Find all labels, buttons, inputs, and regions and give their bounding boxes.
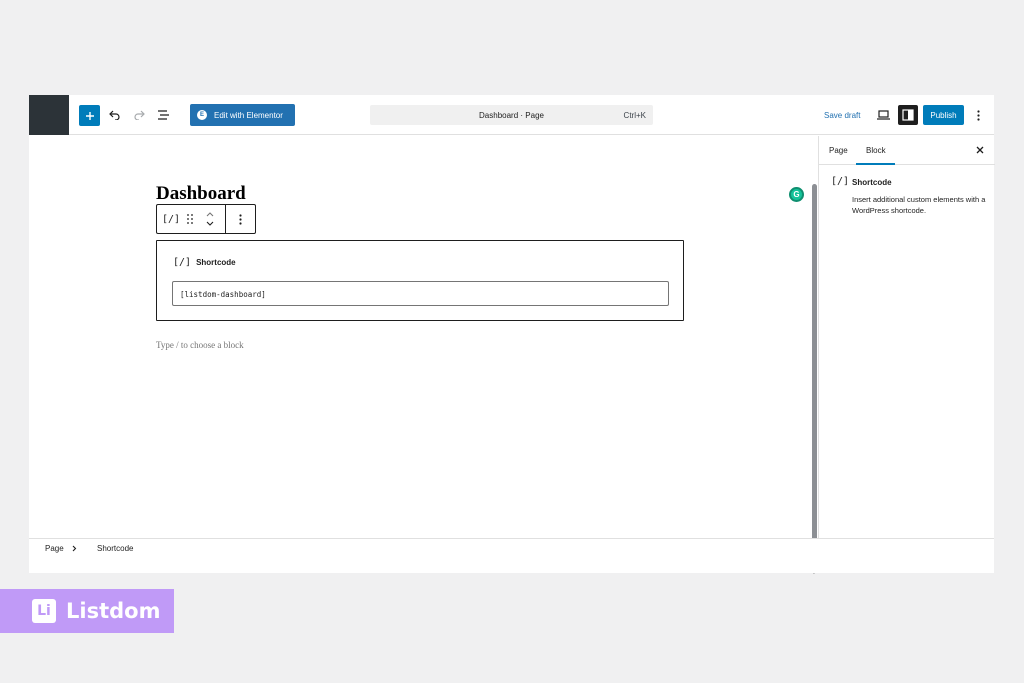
document-title: Dashboard · Page (479, 111, 544, 120)
document-overview-button[interactable] (154, 105, 174, 125)
editor-header: E Edit with Elementor Dashboard · Page C… (29, 95, 994, 135)
active-tab-indicator (856, 163, 895, 165)
listdom-logo-icon: Li (32, 599, 56, 623)
block-card-description: Insert additional custom elements with a… (852, 195, 986, 215)
command-shortcut: Ctrl+K (623, 111, 646, 120)
undo-icon (109, 110, 120, 120)
redo-button[interactable] (129, 105, 149, 125)
listdom-brand-badge: Li Listdom (0, 589, 174, 633)
redo-icon (134, 110, 145, 120)
more-vertical-icon (238, 213, 242, 225)
edit-with-elementor-button[interactable]: E Edit with Elementor (190, 104, 295, 126)
chevron-right-icon (69, 542, 79, 554)
block-type-button[interactable]: [/] (161, 205, 181, 233)
chevron-up-icon[interactable] (206, 212, 214, 217)
grammarly-icon[interactable]: G (789, 187, 804, 202)
site-logo-button[interactable] (29, 95, 69, 135)
settings-sidebar: Page Block [/] Shortcode Insert addition… (818, 136, 995, 538)
block-options-button[interactable] (229, 205, 251, 233)
desktop-icon (876, 110, 890, 120)
tab-page[interactable]: Page (829, 146, 848, 155)
plus-icon (85, 111, 94, 120)
block-editor: E Edit with Elementor Dashboard · Page C… (29, 95, 995, 576)
move-block-controls (201, 205, 219, 233)
shortcode-icon: [/] (173, 257, 192, 268)
drag-handle[interactable] (183, 205, 197, 233)
save-draft-button[interactable]: Save draft (824, 111, 860, 120)
shortcode-block[interactable]: [/] Shortcode [listdom-dashboard] (156, 240, 684, 321)
drag-handle-icon (187, 214, 193, 224)
list-view-icon (158, 110, 169, 120)
block-toolbar: [/] (156, 204, 256, 234)
more-vertical-icon (976, 109, 980, 121)
sidebar-tabs: Page Block (819, 136, 995, 165)
undo-button[interactable] (105, 105, 125, 125)
add-block-button[interactable] (79, 105, 100, 126)
toolbar-divider (225, 205, 226, 233)
elementor-icon: E (197, 110, 207, 120)
breadcrumb-page[interactable]: Page (45, 544, 64, 553)
canvas-scrollbar[interactable] (812, 184, 817, 544)
chevron-down-icon[interactable] (206, 221, 214, 226)
shortcode-icon: [/] (161, 213, 181, 225)
publish-button[interactable]: Publish (923, 105, 964, 125)
block-breadcrumb-bar: Page Shortcode (29, 538, 994, 573)
close-icon (976, 146, 984, 154)
editor-canvas[interactable]: Dashboard [/] [/] Shortcode [listdom-das (29, 136, 818, 576)
shortcode-block-header: [/] Shortcode (173, 257, 236, 268)
shortcode-input[interactable]: [listdom-dashboard] (172, 281, 669, 306)
settings-toggle-button[interactable] (898, 105, 918, 125)
shortcode-block-label: Shortcode (196, 258, 236, 267)
page-title[interactable]: Dashboard (156, 183, 246, 205)
preview-button[interactable] (875, 107, 891, 123)
close-sidebar-button[interactable] (974, 144, 986, 156)
options-menu-button[interactable] (971, 105, 985, 125)
default-block-appender[interactable]: Type / to choose a block (156, 340, 244, 350)
sidebar-icon (902, 109, 914, 121)
brand-name: Listdom (66, 599, 161, 623)
command-palette-button[interactable]: Dashboard · Page Ctrl+K (370, 105, 653, 125)
block-card-title: Shortcode (852, 178, 892, 187)
shortcode-icon: [/] (831, 176, 850, 187)
elementor-button-label: Edit with Elementor (214, 110, 283, 120)
tab-block[interactable]: Block (866, 146, 886, 155)
breadcrumb-shortcode: Shortcode (97, 544, 134, 553)
